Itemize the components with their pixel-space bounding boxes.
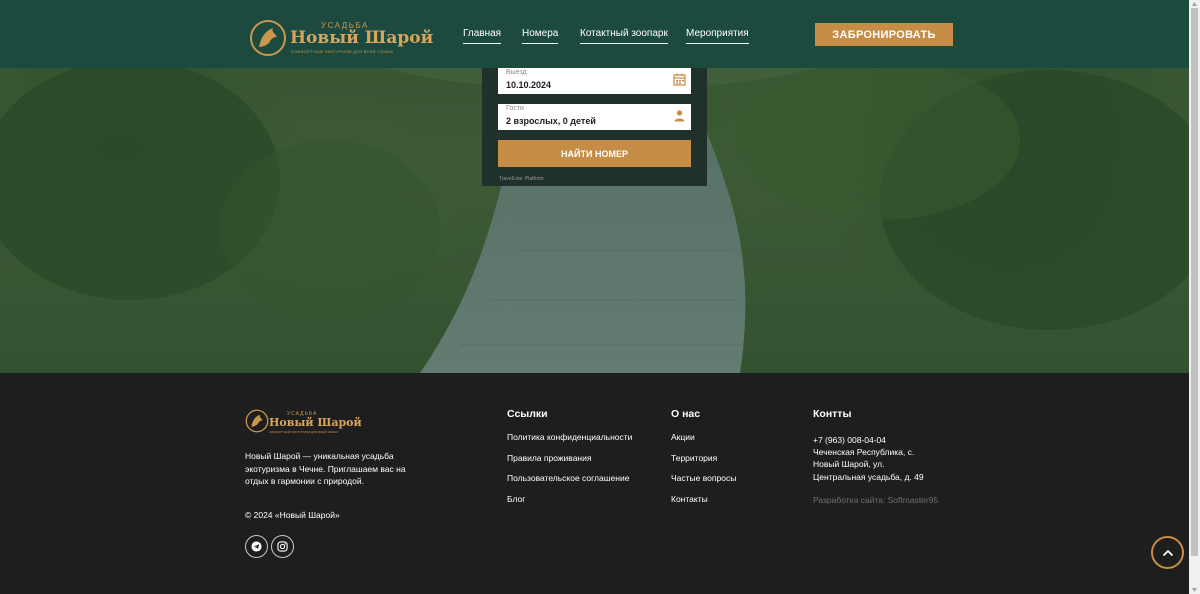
nav-rooms[interactable]: Номера [522, 28, 559, 44]
site-footer: УСАДЬБА Новый Шарой КОМФОРТНЫЙ ЭКОТУРИЗМ… [0, 373, 1189, 594]
instagram-icon [277, 541, 288, 552]
nav-events[interactable]: Мероприятия [686, 28, 749, 44]
horse-emblem-icon [245, 409, 269, 433]
scroll-up-arrow-icon[interactable] [1191, 1, 1198, 7]
book-button[interactable]: ЗАБРОНИРОВАТЬ [815, 23, 953, 46]
telegram-icon [251, 541, 262, 552]
contact-address-line: Новый Шарой, ул. [813, 459, 885, 469]
scroll-down-arrow-icon[interactable] [1191, 587, 1198, 593]
link-stay-rules[interactable]: Правила проживания [507, 453, 591, 463]
link-privacy-policy[interactable]: Политика конфиденциальности [507, 432, 632, 442]
link-faq[interactable]: Частые вопросы [671, 473, 736, 483]
contact-phone[interactable]: +7 (963) 008-04-04 [813, 434, 886, 447]
logo-name: Новый Шарой [290, 28, 434, 48]
instagram-link[interactable] [271, 535, 294, 558]
checkout-field[interactable]: Выезд 10.10.2024 [498, 68, 691, 94]
find-room-button[interactable]: НАЙТИ НОМЕР [498, 140, 691, 167]
link-territory[interactable]: Территория [671, 453, 717, 463]
about-column-title: О нас [671, 408, 701, 420]
link-user-agreement[interactable]: Пользовательское соглашение [507, 473, 629, 483]
footer-logo[interactable]: УСАДЬБА Новый Шарой КОМФОРТНЫЙ ЭКОТУРИЗМ… [245, 409, 362, 437]
horse-emblem-icon [250, 20, 286, 56]
link-blog[interactable]: Блог [507, 494, 525, 504]
site-header: УСАДЬБА Новый Шарой КОМФОРТНЫЙ ЭКОТУРИЗМ… [0, 0, 1189, 68]
nav-petting-zoo[interactable]: Котактный зоопарк [580, 28, 668, 44]
footer-logo-name: Новый Шарой [269, 416, 362, 429]
contact-address-line: Центральная усадьба, д. 49 [813, 472, 924, 482]
scroll-to-top-button[interactable] [1151, 536, 1184, 569]
logo-tagline: КОМФОРТНЫЙ ЭКОТУРИЗМ ДЛЯ ВСЕЙ СЕМЬИ [291, 49, 394, 54]
booking-widget: Выезд 10.10.2024 Гости 2 взрослых, 0 дет… [482, 68, 707, 186]
footer-copyright: © 2024 «Новый Шарой» [245, 510, 340, 520]
contact-address-line: Чеченская Республика, с. [813, 447, 915, 457]
header-logo[interactable]: УСАДЬБА Новый Шарой КОМФОРТНЫЙ ЭКОТУРИЗМ… [249, 17, 433, 59]
developer-credit-link[interactable]: Разработка сайта: Softmaster95 [813, 495, 938, 505]
guests-field[interactable]: Гости 2 взрослых, 0 детей [498, 104, 691, 130]
page-scrollbar[interactable] [1189, 0, 1200, 594]
scrollbar-thumb[interactable] [1191, 8, 1198, 556]
guests-label: Гости [506, 105, 524, 112]
link-contacts[interactable]: Контакты [671, 494, 708, 504]
checkout-label: Выезд [506, 69, 527, 76]
telegram-link[interactable] [245, 535, 268, 558]
calendar-icon [673, 73, 686, 86]
person-icon [674, 110, 685, 122]
powered-by-link[interactable]: TravelLine: Platform [499, 176, 544, 182]
checkout-value: 10.10.2024 [506, 80, 552, 90]
nav-home[interactable]: Главная [463, 28, 502, 44]
footer-about-text: Новый Шарой — уникальная усадьба экотури… [245, 451, 406, 486]
contacts-column-title: Контты [813, 408, 852, 420]
footer-logo-tagline: КОМФОРТНЫЙ ЭКОТУРИЗМ ДЛЯ ВСЕЙ СЕМЬИ [269, 430, 338, 434]
guests-value: 2 взрослых, 0 детей [506, 116, 596, 126]
chevron-up-icon [1162, 549, 1173, 556]
links-column-title: Ссылки [507, 408, 548, 420]
link-promotions[interactable]: Акции [671, 432, 695, 442]
